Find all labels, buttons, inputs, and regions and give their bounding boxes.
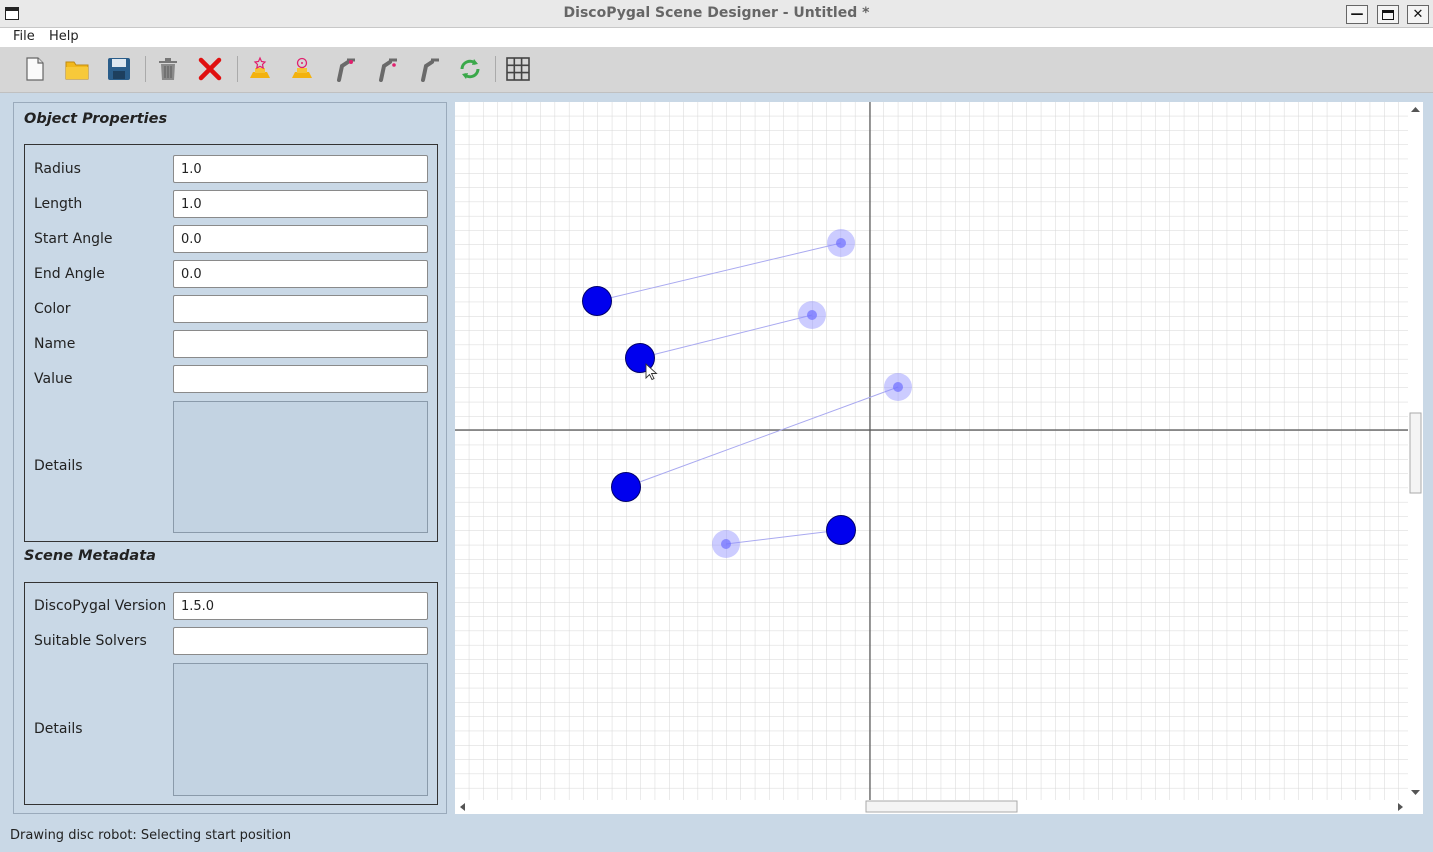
add-disc-icon xyxy=(292,57,312,78)
name-label: Name xyxy=(34,336,76,352)
robot-target-center xyxy=(721,539,731,549)
scene-metadata-title: Scene Metadata xyxy=(24,548,156,564)
open-folder-icon xyxy=(65,61,89,80)
scroll-up-icon[interactable] xyxy=(1411,107,1420,112)
discopygal-version-label: DiscoPygal Version xyxy=(34,598,167,614)
toolbar-separator xyxy=(237,56,238,82)
close-icon: ✕ xyxy=(1412,7,1424,22)
maximize-button[interactable] xyxy=(1377,5,1399,24)
clear-all-icon xyxy=(198,57,222,81)
name-field[interactable] xyxy=(173,330,428,358)
horizontal-scrollbar[interactable] xyxy=(455,800,1408,814)
delete-button[interactable] xyxy=(154,55,182,83)
properties-panel: Object Properties Radius 1.0 Length 1.0 … xyxy=(13,102,447,814)
robot-arm-icon xyxy=(337,58,355,82)
start-angle-field[interactable]: 0.0 xyxy=(173,225,428,253)
scene-canvas[interactable] xyxy=(455,102,1423,814)
vertical-scroll-thumb[interactable] xyxy=(1409,412,1422,494)
close-window-button[interactable]: ✕ xyxy=(1407,5,1429,24)
length-label: Length xyxy=(34,196,83,212)
suitable-solvers-field[interactable] xyxy=(173,627,428,655)
toolbar-separator xyxy=(145,56,146,82)
grid-icon xyxy=(506,57,530,81)
scroll-left-icon[interactable] xyxy=(460,803,465,811)
status-text: Drawing disc robot: Selecting start posi… xyxy=(10,828,292,843)
horizontal-scroll-thumb[interactable] xyxy=(865,800,1018,813)
robot-arm-3-icon xyxy=(421,58,439,82)
radius-field[interactable]: 1.0 xyxy=(173,155,428,183)
object-details-textarea[interactable] xyxy=(173,401,428,533)
refresh-icon xyxy=(460,59,480,79)
title-bar: DiscoPygal Scene Designer - Untitled * —… xyxy=(0,0,1433,28)
scroll-down-icon[interactable] xyxy=(1411,790,1420,795)
robot-disc[interactable] xyxy=(826,515,856,545)
maximize-icon xyxy=(1382,9,1394,20)
radius-label: Radius xyxy=(34,161,81,177)
metadata-details-textarea[interactable] xyxy=(173,663,428,796)
robot-arm-2-icon xyxy=(379,58,397,82)
grid xyxy=(455,102,1408,800)
refresh-button[interactable] xyxy=(456,55,484,83)
menu-help[interactable]: Help xyxy=(49,29,79,44)
window-title: DiscoPygal Scene Designer - Untitled * xyxy=(563,5,870,21)
value-field[interactable] xyxy=(173,365,428,393)
discopygal-version-field[interactable]: 1.5.0 xyxy=(173,592,428,620)
robot-target-center xyxy=(836,238,846,248)
robot-arm-2-button[interactable] xyxy=(372,55,400,83)
status-bar: Drawing disc robot: Selecting start posi… xyxy=(0,825,1433,847)
robot-target-center xyxy=(807,310,817,320)
length-field[interactable]: 1.0 xyxy=(173,190,428,218)
end-angle-field[interactable]: 0.0 xyxy=(173,260,428,288)
end-angle-label: End Angle xyxy=(34,266,105,282)
menu-file[interactable]: File xyxy=(13,29,35,44)
toggle-grid-button[interactable] xyxy=(504,55,532,83)
minimize-button[interactable]: — xyxy=(1346,5,1368,24)
minimize-icon: — xyxy=(1350,7,1364,22)
color-field[interactable] xyxy=(173,295,428,323)
menu-bar: File Help xyxy=(0,28,1433,47)
robot-arm-3-button[interactable] xyxy=(414,55,442,83)
toolbar-separator xyxy=(495,56,496,82)
open-scene-button[interactable] xyxy=(63,55,91,83)
robot-disc[interactable] xyxy=(611,472,641,502)
robot-arm-button[interactable] xyxy=(330,55,358,83)
add-robot-button[interactable] xyxy=(246,55,274,83)
save-icon xyxy=(108,58,130,80)
add-disc-robot-button[interactable] xyxy=(288,55,316,83)
scene-view[interactable] xyxy=(455,102,1408,800)
robot-disc[interactable] xyxy=(582,286,612,316)
vertical-scrollbar[interactable] xyxy=(1408,102,1423,800)
new-file-icon xyxy=(26,57,44,81)
object-properties-group: Radius 1.0 Length 1.0 Start Angle 0.0 En… xyxy=(24,144,438,542)
delete-icon xyxy=(159,58,177,80)
scene-metadata-group: DiscoPygal Version 1.5.0 Suitable Solver… xyxy=(24,582,438,805)
metadata-details-label: Details xyxy=(34,721,83,737)
details-label: Details xyxy=(34,458,83,474)
object-properties-title: Object Properties xyxy=(24,111,168,127)
new-scene-button[interactable] xyxy=(21,55,49,83)
clear-all-button[interactable] xyxy=(196,55,224,83)
add-robot-icon xyxy=(250,56,270,78)
toolbar xyxy=(0,47,1433,93)
scroll-right-icon[interactable] xyxy=(1398,803,1403,811)
save-scene-button[interactable] xyxy=(105,55,133,83)
vertical-scrollbar-graphics xyxy=(1409,107,1422,795)
suitable-solvers-label: Suitable Solvers xyxy=(34,633,147,649)
horizontal-scrollbar-graphics xyxy=(460,800,1403,813)
robot-target-center xyxy=(893,382,903,392)
start-angle-label: Start Angle xyxy=(34,231,113,247)
value-label: Value xyxy=(34,371,73,387)
color-label: Color xyxy=(34,301,71,317)
